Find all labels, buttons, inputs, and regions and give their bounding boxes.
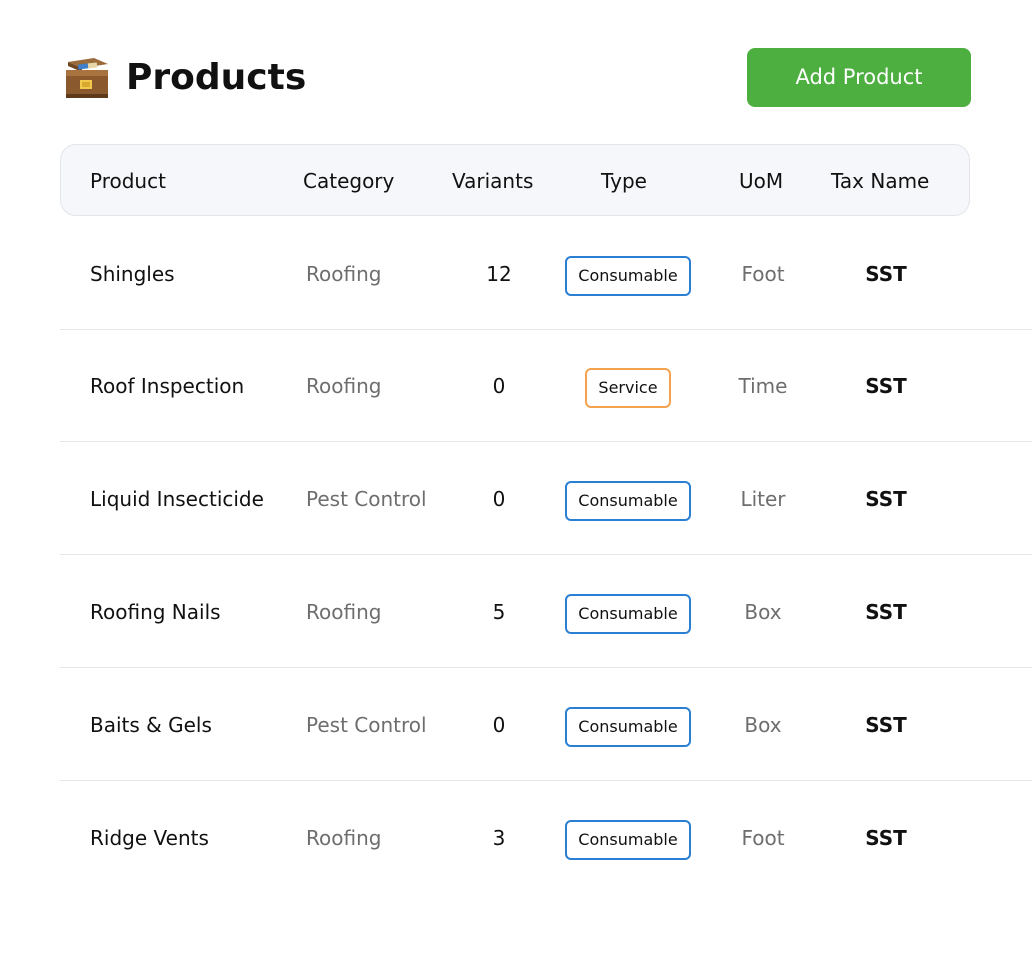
product-name[interactable]: Roof Inspection [90, 330, 244, 442]
type-badge: Consumable [565, 706, 691, 747]
page-title: Products [126, 57, 307, 98]
type-badge: Consumable [565, 480, 691, 521]
type-badge: Consumable [565, 819, 691, 860]
product-tax: SST [865, 826, 907, 850]
product-uom: Box [744, 600, 782, 624]
column-header-type[interactable]: Type [601, 145, 647, 217]
type-cell: Consumable [536, 556, 720, 668]
product-tax: SST [865, 713, 907, 737]
product-category: Roofing [306, 826, 382, 850]
table-row[interactable]: Roofing Nails Roofing 5 Consumable Box S… [60, 556, 1032, 668]
row-divider [60, 441, 1032, 442]
type-badge: Service [585, 367, 671, 408]
product-tax: SST [865, 600, 907, 624]
table-header: Product Category Variants Type UoM Tax N… [60, 144, 970, 216]
column-header-tax-name[interactable]: Tax Name [831, 145, 929, 217]
product-tax: SST [865, 487, 907, 511]
table-row[interactable]: Ridge Vents Roofing 3 Consumable Foot SS… [60, 782, 1032, 894]
column-header-category[interactable]: Category [303, 145, 394, 217]
product-uom: Liter [740, 487, 786, 511]
product-name[interactable]: Liquid Insecticide [90, 443, 264, 555]
product-name[interactable]: Shingles [90, 218, 175, 330]
row-divider [60, 667, 1032, 668]
column-header-product[interactable]: Product [90, 145, 166, 217]
product-tax: SST [865, 374, 907, 398]
table-row[interactable]: Shingles Roofing 12 Consumable Foot SST [60, 218, 1032, 330]
product-category: Roofing [306, 600, 382, 624]
type-badge: Consumable [565, 255, 691, 296]
table-row[interactable]: Roof Inspection Roofing 0 Service Time S… [60, 330, 1032, 442]
products-page: Products Add Product Product Category Va… [0, 0, 1032, 956]
product-name[interactable]: Baits & Gels [90, 669, 212, 781]
row-divider [60, 780, 1032, 781]
type-cell: Consumable [536, 218, 720, 330]
table-row[interactable]: Baits & Gels Pest Control 0 Consumable B… [60, 669, 1032, 781]
product-category: Pest Control [306, 487, 427, 511]
column-header-uom[interactable]: UoM [739, 145, 783, 217]
product-category: Roofing [306, 262, 382, 286]
product-uom: Foot [741, 826, 785, 850]
add-product-button[interactable]: Add Product [747, 48, 971, 107]
type-badge: Consumable [565, 593, 691, 634]
open-box-icon [64, 56, 112, 100]
product-category: Pest Control [306, 713, 427, 737]
type-cell: Consumable [536, 443, 720, 555]
row-divider [60, 554, 1032, 555]
type-cell: Consumable [536, 782, 720, 894]
product-name[interactable]: Roofing Nails [90, 556, 221, 668]
table-row[interactable]: Liquid Insecticide Pest Control 0 Consum… [60, 443, 1032, 555]
product-uom: Box [744, 713, 782, 737]
product-uom: Foot [741, 262, 785, 286]
product-category: Roofing [306, 374, 382, 398]
column-header-variants[interactable]: Variants [452, 145, 533, 217]
product-uom: Time [738, 374, 788, 398]
product-tax: SST [865, 262, 907, 286]
product-name[interactable]: Ridge Vents [90, 782, 209, 894]
type-cell: Consumable [536, 669, 720, 781]
type-cell: Service [536, 330, 720, 442]
